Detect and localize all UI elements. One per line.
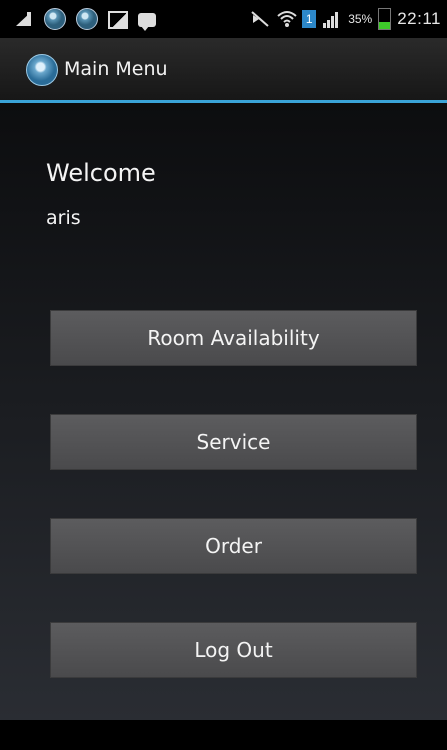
battery-icon: [378, 8, 392, 30]
notification-icons: [14, 8, 156, 31]
phone-screen: 1 35% 22:11 Main Menu Welcome aris Room …: [0, 0, 447, 750]
system-indicators: 1 35% 22:11: [250, 6, 441, 32]
battery-percentage: 35%: [348, 12, 373, 26]
wifi-icon: [276, 9, 297, 29]
battery-level: [379, 22, 391, 29]
page-title: Main Menu: [64, 58, 168, 80]
app-logo-icon[interactable]: [26, 54, 58, 86]
status-bar: 1 35% 22:11: [0, 0, 447, 38]
bbm-chat-icon: [138, 13, 156, 31]
signal-icon: [322, 9, 342, 29]
welcome-label: Welcome: [46, 159, 156, 187]
image-icon: [108, 11, 128, 29]
notification-triangle-icon: [14, 9, 34, 29]
order-button[interactable]: Order: [50, 518, 417, 574]
sim-1-icon: 1: [302, 10, 317, 28]
status-clock: 22:11: [397, 9, 441, 28]
bottom-edge: [0, 720, 447, 750]
app-circle-icon: [76, 8, 98, 30]
service-button[interactable]: Service: [50, 414, 417, 470]
app-circle-icon: [44, 8, 66, 30]
main-content: Welcome aris Room Availability Service O…: [0, 103, 447, 720]
username-label: aris: [46, 207, 81, 229]
log-out-button[interactable]: Log Out: [50, 622, 417, 678]
mute-icon: [250, 9, 270, 29]
room-availability-button[interactable]: Room Availability: [50, 310, 417, 366]
action-bar: Main Menu: [0, 38, 447, 103]
